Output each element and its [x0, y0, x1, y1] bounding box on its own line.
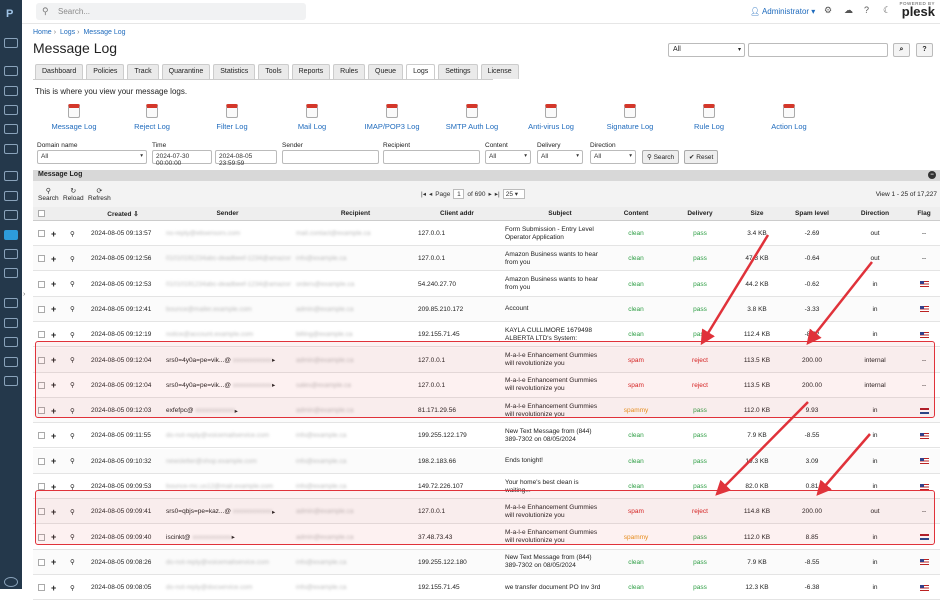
arrow-reject-2: [715, 401, 809, 496]
annotation-arrows: [700, 234, 873, 496]
arrow-spam-2: [816, 433, 871, 496]
arrow-spam-1: [806, 261, 873, 345]
arrow-reject-1: [700, 234, 770, 346]
